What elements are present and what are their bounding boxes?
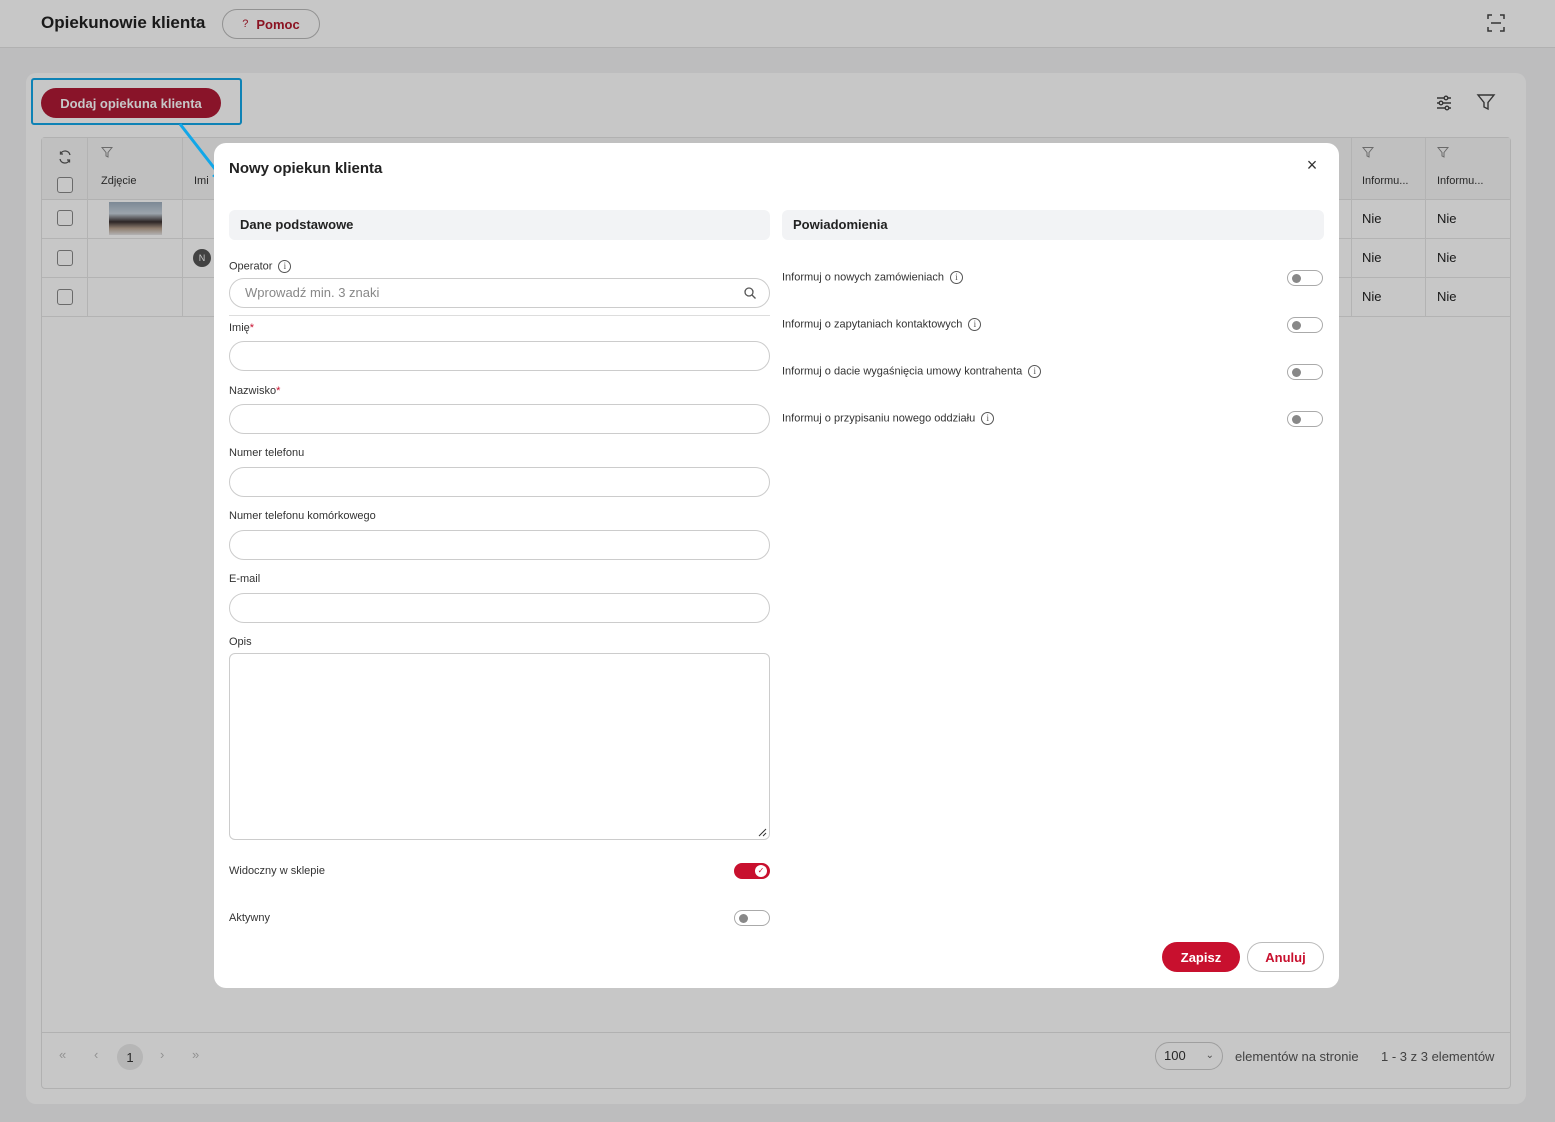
required-marker: * bbox=[249, 322, 255, 334]
visible-in-shop-label: Widoczny w sklepie bbox=[229, 865, 325, 877]
last-name-field[interactable] bbox=[229, 404, 770, 434]
description-textarea[interactable] bbox=[229, 653, 770, 840]
notify-label-text: Informuj o przypisaniu nowego oddziału bbox=[782, 412, 976, 425]
first-name-field[interactable] bbox=[229, 341, 770, 371]
search-icon bbox=[744, 287, 756, 299]
visible-in-shop-toggle[interactable]: ✓ bbox=[734, 863, 770, 879]
info-icon[interactable]: i bbox=[278, 260, 292, 273]
phone-label: Numer telefonu bbox=[229, 447, 305, 459]
email-field[interactable] bbox=[229, 593, 770, 623]
operator-label: Operator i bbox=[229, 260, 292, 273]
resize-handle-icon[interactable] bbox=[758, 828, 767, 837]
notify-contact-inquiries-label: Informuj o zapytaniach kontaktowych i bbox=[782, 318, 982, 331]
description-label: Opis bbox=[229, 636, 252, 648]
required-marker: * bbox=[276, 385, 281, 397]
first-name-label-text: Imię bbox=[229, 322, 250, 334]
toggle-knob bbox=[1292, 368, 1301, 377]
cancel-button[interactable]: Anuluj bbox=[1247, 942, 1324, 972]
toggle-knob bbox=[1292, 415, 1301, 424]
notify-new-branch-toggle[interactable] bbox=[1287, 411, 1323, 427]
info-icon[interactable]: i bbox=[968, 318, 982, 331]
phone-field[interactable] bbox=[229, 467, 770, 497]
notify-contract-expiry-label: Informuj o dacie wygaśnięcia umowy kontr… bbox=[782, 365, 1042, 378]
notify-new-orders-toggle[interactable] bbox=[1287, 270, 1323, 286]
notify-contact-inquiries-toggle[interactable] bbox=[1287, 317, 1323, 333]
dialog-title: Nowy opiekun klienta bbox=[229, 160, 383, 177]
info-icon[interactable]: i bbox=[981, 412, 995, 425]
operator-label-text: Operator bbox=[229, 260, 273, 273]
last-name-label: Nazwisko* bbox=[229, 385, 280, 397]
close-icon[interactable]: × bbox=[1304, 156, 1320, 174]
notifications-section-header: Powiadomienia bbox=[782, 210, 1324, 240]
active-toggle[interactable] bbox=[734, 910, 770, 926]
operator-search-input[interactable]: Wprowadź min. 3 znaki bbox=[229, 278, 770, 308]
toggle-knob bbox=[1292, 321, 1301, 330]
last-name-label-text: Nazwisko bbox=[229, 385, 277, 397]
mobile-field[interactable] bbox=[229, 530, 770, 560]
active-label: Aktywny bbox=[229, 912, 270, 924]
toggle-knob bbox=[1292, 274, 1301, 283]
notify-new-orders-label: Informuj o nowych zamówieniach i bbox=[782, 271, 964, 284]
divider bbox=[229, 315, 770, 316]
new-manager-dialog: Nowy opiekun klienta × Dane podstawowe P… bbox=[214, 143, 1339, 988]
toggle-knob bbox=[739, 914, 748, 923]
basic-data-section-header: Dane podstawowe bbox=[229, 210, 770, 240]
notify-label-text: Informuj o zapytaniach kontaktowych bbox=[782, 318, 963, 331]
notify-label-text: Informuj o nowych zamówieniach bbox=[782, 271, 945, 284]
save-button[interactable]: Zapisz bbox=[1162, 942, 1240, 972]
mobile-label: Numer telefonu komórkowego bbox=[229, 510, 376, 522]
info-icon[interactable]: i bbox=[950, 271, 964, 284]
check-icon: ✓ bbox=[755, 865, 767, 877]
email-label: E-mail bbox=[229, 573, 261, 585]
notify-new-branch-label: Informuj o przypisaniu nowego oddziału i bbox=[782, 412, 995, 425]
operator-placeholder: Wprowadź min. 3 znaki bbox=[245, 285, 380, 300]
first-name-label: Imię* bbox=[229, 322, 254, 334]
info-icon[interactable]: i bbox=[1028, 365, 1042, 378]
notify-label-text: Informuj o dacie wygaśnięcia umowy kontr… bbox=[782, 365, 1023, 378]
notify-contract-expiry-toggle[interactable] bbox=[1287, 364, 1323, 380]
